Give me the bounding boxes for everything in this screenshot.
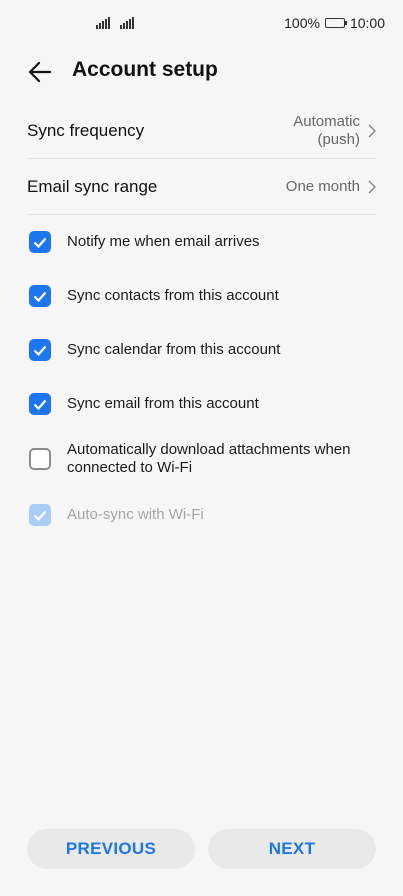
next-button[interactable]: NEXT bbox=[208, 829, 376, 869]
app-header: Account setup bbox=[0, 52, 403, 92]
checkmark-icon bbox=[33, 399, 47, 410]
auto-sync-wifi-option: Auto-sync with Wi-Fi bbox=[29, 503, 376, 527]
signal-strength-icon bbox=[96, 16, 110, 29]
chevron-right-icon bbox=[368, 124, 376, 138]
checkmark-icon bbox=[33, 237, 47, 248]
notify-email-checkbox[interactable] bbox=[29, 231, 51, 253]
status-right: 100% 10:00 bbox=[284, 15, 385, 31]
email-sync-range-label: Email sync range bbox=[27, 177, 158, 196]
sync-frequency-row[interactable]: Sync frequency Automatic (push) bbox=[27, 104, 376, 158]
notify-email-label: Notify me when email arrives bbox=[67, 233, 260, 250]
previous-button[interactable]: PREVIOUS bbox=[27, 829, 195, 869]
checkmark-icon bbox=[33, 345, 47, 356]
signal-strength-icon bbox=[120, 16, 134, 29]
sync-calendar-checkbox[interactable] bbox=[29, 339, 51, 361]
sync-frequency-label: Sync frequency bbox=[27, 121, 145, 140]
auto-download-attachments-label: Automatically download attachments when … bbox=[67, 441, 351, 476]
sync-frequency-value-line1: Automatic bbox=[293, 113, 360, 130]
email-sync-range-row[interactable]: Email sync range One month bbox=[27, 160, 376, 214]
sync-contacts-label: Sync contacts from this account bbox=[67, 287, 279, 304]
sync-calendar-label: Sync calendar from this account bbox=[67, 341, 281, 358]
notify-email-option[interactable]: Notify me when email arrives bbox=[29, 230, 376, 254]
divider bbox=[27, 214, 376, 215]
clock: 10:00 bbox=[349, 15, 385, 31]
sync-email-label: Sync email from this account bbox=[67, 395, 259, 412]
sync-frequency-value: Automatic (push) bbox=[293, 113, 376, 149]
page-title: Account setup bbox=[72, 58, 218, 81]
chevron-right-icon bbox=[368, 180, 376, 194]
sync-email-checkbox[interactable] bbox=[29, 393, 51, 415]
sync-frequency-value-line2: (push) bbox=[317, 131, 360, 148]
sync-calendar-option[interactable]: Sync calendar from this account bbox=[29, 338, 376, 362]
battery-icon bbox=[324, 18, 347, 28]
auto-sync-wifi-label: Auto-sync with Wi-Fi bbox=[67, 506, 204, 523]
auto-download-attachments-option[interactable]: Automatically download attachments when … bbox=[29, 440, 376, 478]
sync-contacts-option[interactable]: Sync contacts from this account bbox=[29, 284, 376, 308]
battery-percent: 100% bbox=[284, 15, 320, 31]
back-arrow-icon[interactable] bbox=[26, 58, 54, 86]
email-sync-range-value: One month bbox=[286, 178, 376, 196]
status-bar: 100% 10:00 bbox=[0, 0, 403, 48]
auto-sync-wifi-checkbox bbox=[29, 504, 51, 526]
checkmark-icon bbox=[33, 510, 47, 521]
sync-contacts-checkbox[interactable] bbox=[29, 285, 51, 307]
sync-email-option[interactable]: Sync email from this account bbox=[29, 392, 376, 416]
email-sync-range-value-text: One month bbox=[285, 178, 360, 195]
checkmark-icon bbox=[33, 291, 47, 302]
divider bbox=[27, 158, 376, 159]
auto-download-attachments-checkbox[interactable] bbox=[29, 448, 51, 470]
